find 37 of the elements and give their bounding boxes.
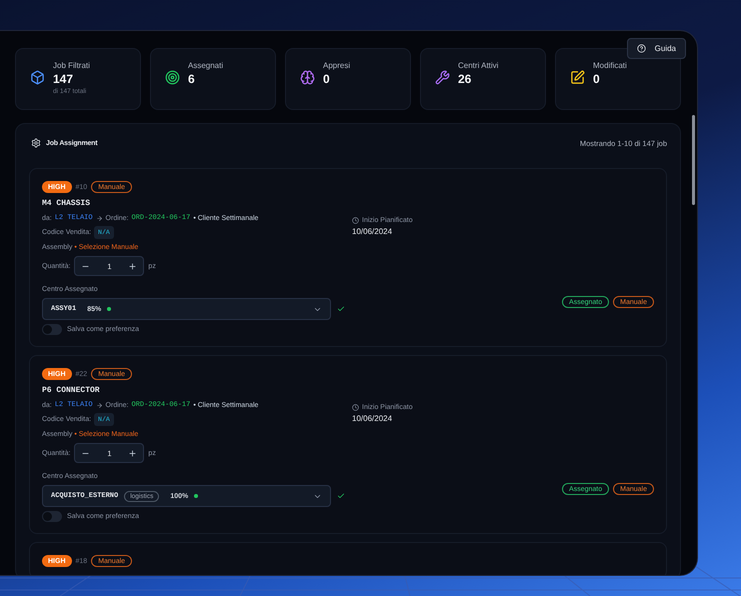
toggle-switch[interactable]: [42, 511, 62, 522]
check-icon: [337, 492, 345, 500]
start-date: 10/06/2024: [352, 227, 394, 236]
target-icon: [165, 70, 180, 85]
help-icon: [636, 44, 646, 53]
plus-icon: [128, 448, 138, 458]
check-icon: [337, 305, 345, 313]
plus-button[interactable]: [128, 262, 138, 270]
stat-label: Modificati: [593, 61, 627, 70]
job-title: P6 CONNECTOR: [42, 386, 100, 395]
settings-icon: [31, 138, 41, 148]
arrow-icon: [96, 214, 103, 222]
clock-icon: [352, 404, 359, 411]
stat-value: 0: [593, 72, 601, 86]
stat-value: 0: [323, 72, 331, 86]
edit-icon: [570, 70, 585, 85]
stat-value: 26: [458, 72, 472, 86]
stat-value: 147: [53, 72, 74, 86]
job-title: M4 CHASSIS: [42, 199, 90, 208]
plus-icon: [128, 262, 138, 270]
box-icon: [30, 70, 45, 85]
start-date: 10/06/2024: [352, 414, 394, 423]
stat-label: Job Filtrati: [53, 61, 90, 70]
clock-icon: [352, 217, 359, 224]
plus-button[interactable]: [128, 448, 138, 458]
status-dot: [194, 494, 198, 498]
toggle-switch[interactable]: [42, 324, 62, 335]
wrench-icon: [435, 70, 450, 85]
scrollbar-thumb[interactable]: [692, 115, 695, 205]
status-dot: [107, 307, 112, 311]
arrow-icon: [96, 402, 103, 408]
help-button[interactable]: Guida: [626, 38, 686, 59]
stat-value: 6: [188, 72, 196, 86]
stat-label: Appresi: [323, 61, 350, 70]
stat-label: Centri Attivi: [458, 61, 498, 70]
stat-label: Assegnati: [188, 61, 224, 70]
brain-icon: [300, 70, 315, 85]
